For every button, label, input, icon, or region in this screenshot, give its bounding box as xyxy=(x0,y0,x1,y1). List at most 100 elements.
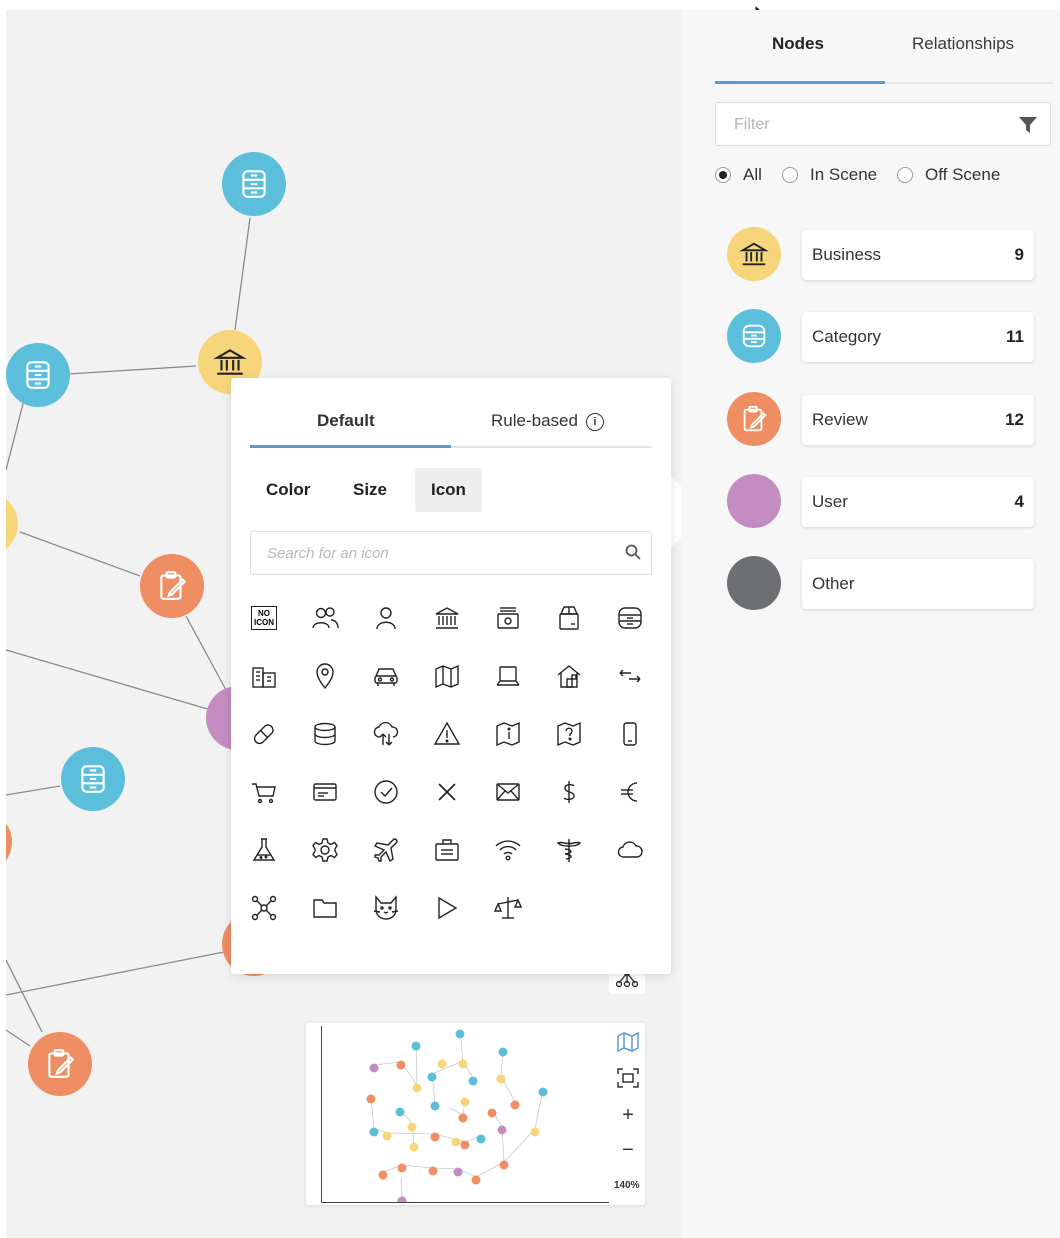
scales-icon[interactable] xyxy=(488,888,528,928)
question-map-icon[interactable] xyxy=(549,714,589,754)
network-icon[interactable] xyxy=(244,888,284,928)
laptop-icon[interactable] xyxy=(488,656,528,696)
radio-in-scene-label: In Scene xyxy=(810,165,878,184)
folder-icon[interactable] xyxy=(305,888,345,928)
category-color-swatch[interactable] xyxy=(727,309,781,363)
dollar-icon[interactable] xyxy=(549,772,589,812)
cat-icon[interactable] xyxy=(366,888,406,928)
edit-note-icon xyxy=(160,571,187,600)
euro-icon[interactable] xyxy=(610,772,650,812)
tab-nodes[interactable]: Nodes xyxy=(772,34,824,54)
category-card[interactable]: Other xyxy=(802,559,1034,609)
category-color-swatch[interactable] xyxy=(727,227,781,281)
radio-all-label: All xyxy=(743,165,762,184)
zoom-in-icon[interactable]: + xyxy=(616,1103,640,1127)
swap-arrows-icon[interactable] xyxy=(610,656,650,696)
category-color-swatch[interactable] xyxy=(727,392,781,446)
car-icon[interactable] xyxy=(366,656,406,696)
plane-icon[interactable] xyxy=(366,830,406,870)
radio-all-button[interactable] xyxy=(715,167,731,183)
gear-icon[interactable] xyxy=(305,830,345,870)
drawers-icon[interactable] xyxy=(610,598,650,638)
pill-icon[interactable] xyxy=(244,714,284,754)
radio-in-scene-button[interactable] xyxy=(782,167,798,183)
category-row[interactable]: User 4 xyxy=(727,474,1037,530)
check-circle-icon[interactable] xyxy=(366,772,406,812)
category-card[interactable]: Category 11 xyxy=(802,312,1034,362)
graph-node-category[interactable] xyxy=(61,747,125,811)
radio-off-scene[interactable]: Off Scene xyxy=(897,165,1000,185)
category-card[interactable]: Business 9 xyxy=(802,230,1034,280)
bank-icon[interactable] xyxy=(427,598,467,638)
category-count: 4 xyxy=(1014,492,1024,511)
category-name: Business xyxy=(812,245,881,264)
user-icon[interactable] xyxy=(366,598,406,638)
map-icon[interactable] xyxy=(427,656,467,696)
graph-node-review[interactable] xyxy=(28,1032,92,1096)
caduceus-icon[interactable] xyxy=(549,830,589,870)
mail-icon[interactable] xyxy=(488,772,528,812)
graph-node-category[interactable] xyxy=(6,343,70,407)
warning-icon[interactable] xyxy=(427,714,467,754)
tab-default[interactable]: Default xyxy=(317,411,375,431)
phone-icon[interactable] xyxy=(610,714,650,754)
node-style-popover: Default Rule-based i Color Size Icon NOIC… xyxy=(231,378,671,974)
database-icon[interactable] xyxy=(305,714,345,754)
category-color-swatch[interactable] xyxy=(727,474,781,528)
subtab-color[interactable]: Color xyxy=(250,468,326,512)
map-icon[interactable] xyxy=(616,1030,640,1054)
cart-icon[interactable] xyxy=(244,772,284,812)
category-row[interactable]: Business 9 xyxy=(727,227,1037,283)
info-map-icon[interactable] xyxy=(488,714,528,754)
radio-off-scene-button[interactable] xyxy=(897,167,913,183)
briefcase-icon[interactable] xyxy=(427,830,467,870)
filter-icon[interactable] xyxy=(1018,116,1038,134)
card-icon[interactable] xyxy=(305,772,345,812)
search-icon[interactable] xyxy=(625,544,641,560)
cloud-sync-icon[interactable] xyxy=(366,714,406,754)
minimap-toolbar: + − 140% xyxy=(610,1023,645,1205)
house-icon[interactable] xyxy=(549,656,589,696)
close-icon[interactable] xyxy=(427,772,467,812)
drawers-icon xyxy=(242,170,266,198)
cloud-icon[interactable] xyxy=(610,830,650,870)
drawers-icon xyxy=(742,324,766,348)
edit-note-icon xyxy=(743,405,767,432)
info-icon[interactable]: i xyxy=(585,412,604,431)
radio-all[interactable]: All xyxy=(715,165,762,185)
category-row[interactable]: Other xyxy=(727,556,1037,612)
zoom-out-icon[interactable]: − xyxy=(616,1138,640,1162)
play-icon[interactable] xyxy=(427,888,467,928)
bank-icon xyxy=(213,349,247,375)
tab-rule-based[interactable]: Rule-based i xyxy=(491,411,604,431)
users-icon[interactable] xyxy=(305,598,345,638)
subtab-size[interactable]: Size xyxy=(337,468,403,512)
fit-screen-icon[interactable] xyxy=(616,1066,640,1090)
icon-search-input[interactable] xyxy=(265,544,599,563)
location-pin-icon[interactable] xyxy=(305,656,345,696)
category-name: Category xyxy=(812,327,881,346)
flask-icon[interactable] xyxy=(244,830,284,870)
subtab-icon[interactable]: Icon xyxy=(415,468,482,512)
category-card[interactable]: Review 12 xyxy=(802,395,1034,445)
category-color-swatch[interactable] xyxy=(727,556,781,610)
zoom-level: 140% xyxy=(614,1180,640,1191)
graph-node-category[interactable] xyxy=(222,152,286,216)
category-count: 9 xyxy=(1014,245,1024,264)
category-row[interactable]: Review 12 xyxy=(727,392,1037,448)
no-icon[interactable]: NO ICON xyxy=(244,598,284,638)
wifi-icon[interactable] xyxy=(488,830,528,870)
box-icon[interactable] xyxy=(549,598,589,638)
minimap[interactable]: + − 140% xyxy=(306,1023,645,1206)
buildings-icon[interactable] xyxy=(244,656,284,696)
register-icon[interactable] xyxy=(488,598,528,638)
graph-node-review[interactable] xyxy=(140,554,204,618)
category-card[interactable]: User 4 xyxy=(802,477,1034,527)
filter-box xyxy=(715,102,1051,146)
legend-sidebar: Nodes Relationships All In Scene Off Sce… xyxy=(681,10,1060,1238)
filter-input[interactable] xyxy=(732,115,996,135)
category-row[interactable]: Category 11 xyxy=(727,309,1037,365)
tab-relationships[interactable]: Relationships xyxy=(912,34,1014,54)
radio-in-scene[interactable]: In Scene xyxy=(782,165,877,185)
minimap-viewport[interactable] xyxy=(321,1026,609,1206)
